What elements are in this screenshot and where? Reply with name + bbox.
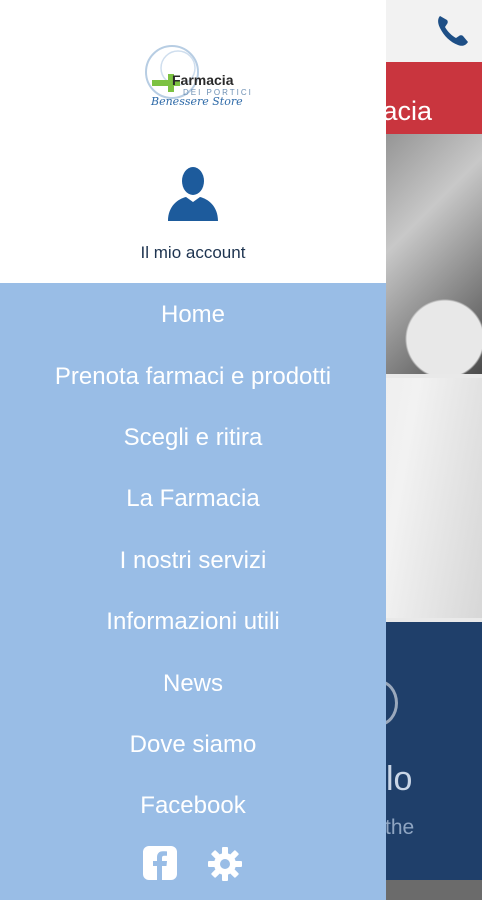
menu-item-facebook[interactable]: Facebook: [0, 791, 386, 821]
menu-item-dove-siamo[interactable]: Dove siamo: [0, 730, 386, 760]
promo-subtext-fragment: the: [385, 816, 415, 839]
menu-item-informazioni[interactable]: Informazioni utili: [0, 607, 386, 637]
drawer-header: Farmacia DEI PORTICI Benessere Store Il …: [0, 0, 386, 283]
promo-text-fragment: lo: [386, 760, 413, 798]
logo-name: Farmacia: [172, 72, 234, 88]
menu-item-prenota[interactable]: Prenota farmaci e prodotti: [0, 362, 386, 392]
menu-item-home[interactable]: Home: [0, 300, 386, 330]
menu-item-servizi[interactable]: I nostri servizi: [0, 546, 386, 576]
menu-item-news[interactable]: News: [0, 669, 386, 699]
user-icon[interactable]: [166, 166, 220, 221]
menu-item-scegli-ritira[interactable]: Scegli e ritira: [0, 423, 386, 453]
account-link[interactable]: Il mio account: [0, 243, 386, 263]
facebook-icon[interactable]: [143, 846, 177, 880]
menu-item-la-farmacia[interactable]: La Farmacia: [0, 484, 386, 514]
logo-tagline: Benessere Store: [151, 95, 243, 108]
phone-icon[interactable]: [432, 10, 472, 50]
navigation-drawer: Farmacia DEI PORTICI Benessere Store Il …: [0, 0, 386, 900]
gear-icon[interactable]: [207, 846, 243, 882]
